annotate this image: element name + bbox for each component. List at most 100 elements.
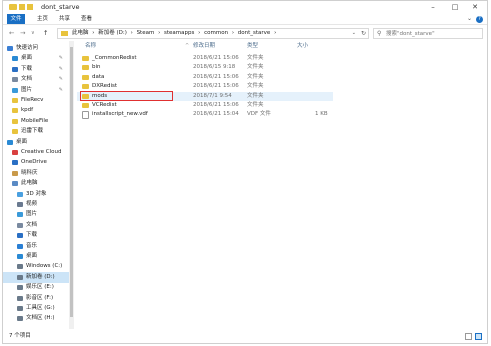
sidebar-item[interactable]: Creative Cloud xyxy=(3,147,69,158)
sidebar-item[interactable]: 新加卷 (D:) xyxy=(3,271,69,283)
large-icons-view-icon[interactable] xyxy=(475,333,482,340)
sidebar-item[interactable]: 文档 xyxy=(3,220,69,231)
breadcrumb-dont-starve[interactable]: dont_starve xyxy=(238,30,271,36)
breadcrumb-separator[interactable]: › xyxy=(131,30,133,36)
back-button[interactable]: ← xyxy=(9,29,14,37)
expand-ribbon-icon[interactable]: ⌄ xyxy=(467,15,472,22)
folder-icon xyxy=(9,4,17,10)
file-row[interactable]: installscript_new.vdf 2018/6/21 15:04 VDF … xyxy=(77,110,333,120)
sidebar-item[interactable]: 此电脑 xyxy=(3,178,69,189)
breadcrumb-separator[interactable]: › xyxy=(232,30,234,36)
sidebar-item-label: 文档 xyxy=(26,221,38,228)
sidebar-item[interactable]: OneDrive xyxy=(3,157,69,168)
breadcrumb-separator[interactable]: › xyxy=(92,30,94,36)
folder-icon xyxy=(12,118,18,124)
file-name: VCRedist xyxy=(92,102,117,108)
sidebar-item-label: 迅雷下载 xyxy=(21,128,44,135)
download-icon xyxy=(12,66,18,72)
file-row[interactable]: bin 2018/6/15 9:18 文件夹 xyxy=(77,63,333,72)
refresh-icon[interactable]: ↻ xyxy=(361,29,366,38)
file-type: 文件夹 xyxy=(247,102,264,108)
details-view-icon[interactable] xyxy=(465,333,472,340)
search-input[interactable] xyxy=(386,29,478,38)
sidebar-item[interactable]: 晓科庆 xyxy=(3,168,69,179)
sidebar-item-label: 文档区 (H:) xyxy=(26,315,55,322)
chevron-down-icon[interactable]: ⌄ xyxy=(352,29,356,38)
breadcrumb-steamapps[interactable]: steamapps xyxy=(164,30,194,36)
file-row[interactable]: _CommonRedist 2018/6/21 15:06 文件夹 xyxy=(77,54,333,63)
file-date: 2018/6/15 9:18 xyxy=(193,64,236,71)
column-size[interactable]: 大小 xyxy=(297,41,308,51)
close-button[interactable]: ✕ xyxy=(465,1,485,13)
sidebar-item[interactable]: 图片 xyxy=(3,209,69,220)
sidebar-item[interactable]: 音乐 xyxy=(3,241,69,252)
sidebar-item[interactable]: 影音区 (F:) xyxy=(3,293,69,304)
file-row[interactable]: DXRedist 2018/6/21 15:06 文件夹 xyxy=(77,82,333,91)
cloud-icon xyxy=(12,160,18,166)
search-box[interactable]: ⚲ xyxy=(373,28,483,39)
breadcrumb-drive-d[interactable]: 新加卷 (D:) xyxy=(98,30,127,36)
sidebar-item[interactable]: kpdf xyxy=(3,105,69,116)
sidebar-item[interactable]: 3D 对象 xyxy=(3,189,69,200)
file-name: bin xyxy=(92,64,101,71)
folder-icon xyxy=(82,84,89,90)
sidebar-item[interactable]: 桌面 xyxy=(3,137,69,148)
sidebar-item[interactable]: Windows (C:) xyxy=(3,261,69,272)
scrollbar-thumb[interactable] xyxy=(70,47,73,317)
column-type[interactable]: 类型 xyxy=(247,41,258,51)
column-name[interactable]: 名称 xyxy=(85,41,96,51)
new-folder-icon[interactable] xyxy=(27,4,33,10)
column-date[interactable]: 修改日期 xyxy=(193,41,215,51)
sidebar-item-label: Creative Cloud xyxy=(21,149,62,155)
minimize-button[interactable]: – xyxy=(423,1,443,13)
user-icon xyxy=(12,170,18,176)
navigation-scrollbar[interactable] xyxy=(69,41,74,329)
help-icon[interactable]: ? xyxy=(476,16,483,23)
status-bar: 7 个项目 xyxy=(3,331,487,342)
sidebar-item[interactable]: 迅雷下载 xyxy=(3,126,69,137)
breadcrumb-this-pc[interactable]: 此电脑 xyxy=(72,30,89,36)
tab-file[interactable]: 文件 xyxy=(7,14,25,24)
file-row[interactable]: VCRedist 2018/6/21 15:06 文件夹 xyxy=(77,101,333,110)
sidebar-item[interactable]: 下载 ✎ xyxy=(3,64,69,75)
tab-share[interactable]: 共享 xyxy=(55,14,74,24)
sidebar-item[interactable]: 桌面 ✎ xyxy=(3,53,69,64)
sidebar-item[interactable]: 工具区 (G:) xyxy=(3,303,69,314)
folder-icon xyxy=(12,108,18,114)
maximize-button[interactable]: □ xyxy=(445,1,465,13)
breadcrumb: 此电脑 › 新加卷 (D:) › Steam › steamapps › com… xyxy=(72,29,278,38)
tab-home[interactable]: 主页 xyxy=(33,14,52,24)
drive-icon xyxy=(17,285,23,291)
sidebar-item[interactable]: 下载 xyxy=(3,230,69,241)
sidebar-item[interactable]: 快速访问 xyxy=(3,43,69,54)
sidebar-item[interactable]: MobileFile xyxy=(3,116,69,127)
pin-icon: ✎ xyxy=(58,65,63,72)
desktop-icon xyxy=(17,254,23,259)
breadcrumb-separator[interactable]: › xyxy=(158,30,160,36)
sidebar-item-label: 视频 xyxy=(26,201,38,207)
breadcrumb-separator[interactable]: › xyxy=(198,30,200,36)
recent-locations-button[interactable]: ∨ xyxy=(31,30,35,36)
sidebar-item-label: 下载 xyxy=(21,65,33,72)
forward-button[interactable]: → xyxy=(20,29,25,37)
breadcrumb-steam[interactable]: Steam xyxy=(137,30,155,36)
sidebar-item[interactable]: 图片 ✎ xyxy=(3,85,69,96)
sidebar-item[interactable]: 桌面 xyxy=(3,251,69,262)
file-size: 1 KB xyxy=(315,111,328,118)
star-icon xyxy=(7,46,13,51)
breadcrumb-separator[interactable]: › xyxy=(274,30,276,36)
tab-view[interactable]: 查看 xyxy=(77,14,96,24)
address-bar[interactable]: 此电脑 › 新加卷 (D:) › Steam › steamapps › com… xyxy=(57,28,369,39)
sidebar-item-label: MobileFile xyxy=(21,117,49,124)
sidebar-item[interactable]: 娱乐区 (E:) xyxy=(3,282,69,293)
sidebar-item-label: OneDrive xyxy=(21,159,47,166)
up-button[interactable]: ↑ xyxy=(43,29,48,37)
sidebar-item[interactable]: 文档 ✎ xyxy=(3,74,69,85)
sidebar-item[interactable]: 文档区 (H:) xyxy=(3,313,69,324)
file-row[interactable]: data 2018/6/21 15:06 文件夹 xyxy=(77,73,333,82)
window-title: dont_starve xyxy=(41,3,80,11)
sidebar-item[interactable]: 视频 xyxy=(3,199,69,210)
sidebar-item[interactable]: FileRecv xyxy=(3,95,69,106)
breadcrumb-common[interactable]: common xyxy=(204,30,228,36)
properties-icon[interactable] xyxy=(19,4,25,10)
